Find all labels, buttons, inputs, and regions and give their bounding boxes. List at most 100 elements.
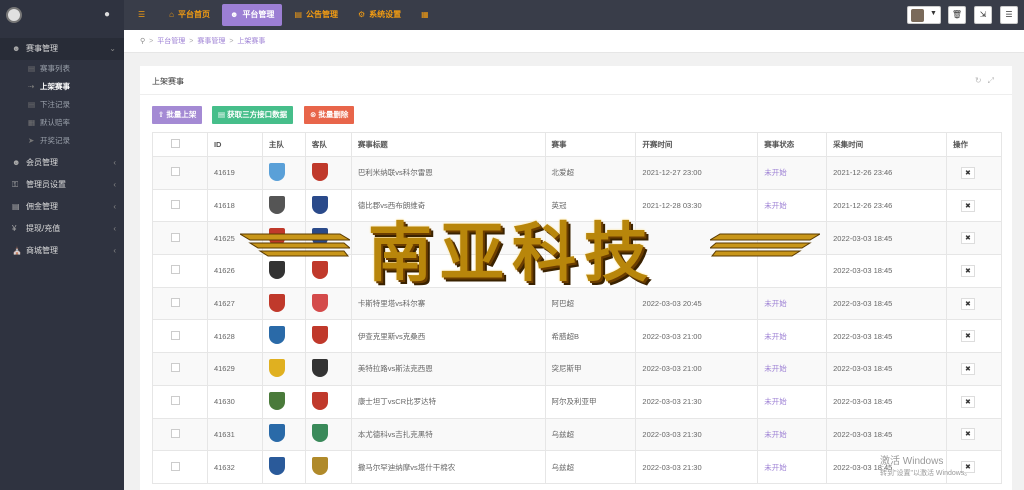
row-checkbox[interactable]	[171, 298, 180, 308]
sidebar-sub-bets[interactable]: ▤ 下注记录	[0, 96, 124, 114]
user-icon: ☻	[12, 158, 21, 167]
sidebar-item-members[interactable]: ☻ 会员管理 ‹	[0, 152, 124, 174]
windows-activation-notice: 激活 Windows 转到"设置"以激活 Windows。	[880, 456, 971, 480]
more-button[interactable]: ☰	[1000, 6, 1018, 24]
top-bar: ● ☰ ⌂ 平台首页 ☻ 平台管理 ▤ 公告管理 ⚙ 系统设置 ▦ ▼ 🗑 ⇲ ☰	[0, 0, 1024, 30]
trash-icon: 🗑	[951, 10, 963, 19]
cell-collected: 2022-03-03 18:45	[826, 319, 947, 354]
delete-row-button[interactable]: ✖	[960, 199, 975, 212]
home-team-logo-icon	[268, 457, 285, 476]
home-team-logo-icon	[268, 162, 285, 181]
nav-notice[interactable]: ▤ 公告管理	[286, 4, 346, 26]
cell-actions: ✖	[945, 352, 1003, 386]
row-select	[152, 352, 208, 386]
sidebar-item-withdraw[interactable]: ¥ 提现/充值 ‹	[0, 218, 124, 240]
header-id: ID	[206, 132, 263, 157]
sidebar-item-label: 赛事管理	[26, 44, 58, 53]
cell-status: 未开始	[757, 352, 828, 386]
row-checkbox[interactable]	[171, 428, 180, 438]
cell-status: 未开始	[757, 286, 828, 321]
cell-actions: ✖	[945, 286, 1003, 321]
refresh-icon[interactable]: ↻	[975, 76, 988, 85]
row-checkbox[interactable]	[171, 461, 180, 471]
row-checkbox[interactable]	[171, 330, 180, 340]
user-menu[interactable]: ▼	[907, 6, 941, 24]
row-checkbox[interactable]	[171, 200, 180, 210]
sidebar-item-label: 管理员设置	[26, 180, 66, 189]
avatar	[911, 9, 924, 22]
home-team-logo-icon	[268, 424, 285, 443]
cell-actions: ✖	[945, 221, 1003, 256]
nav-settings[interactable]: ⚙ 系统设置	[350, 4, 409, 26]
expand-button[interactable]: ⇲	[974, 6, 992, 24]
cell-start: 2022-03-03 21:30	[635, 384, 759, 419]
delete-row-button[interactable]: ✖	[960, 264, 975, 277]
breadcrumb: ⚲ > 平台管理 > 赛事管理 > 上架赛事	[124, 30, 1024, 53]
cell-home	[261, 286, 306, 321]
menu-icon: ☰	[138, 10, 146, 19]
cell-title: 本尤德科vs吉扎克黑特	[350, 417, 546, 452]
sidebar-sub-listed-matches[interactable]: ⇢ 上架赛事	[0, 78, 124, 96]
delete-row-button[interactable]: ✖	[960, 297, 975, 310]
nav-home-label: 平台首页	[178, 10, 211, 19]
header-status: 赛事状态	[757, 132, 828, 157]
sidebar-item-label: 商城管理	[26, 246, 58, 255]
cell-status: 未开始	[757, 319, 828, 354]
header-league: 赛事	[544, 132, 637, 157]
delete-row-button[interactable]: ✖	[960, 330, 975, 343]
sidebar-item-admin[interactable]: ⚿ 管理员设置 ‹	[0, 174, 124, 196]
batch-delete-button[interactable]: ⊗ 批量删除	[304, 106, 355, 124]
delete-row-button[interactable]: ✖	[960, 395, 975, 408]
sidebar-item-shop[interactable]: ⛪ 商城管理 ‹	[0, 240, 124, 262]
sidebar-sub-label: 默认赔率	[40, 118, 70, 127]
breadcrumb-item[interactable]: 赛事管理	[197, 38, 225, 45]
row-select	[152, 286, 208, 321]
sidebar-item-commission[interactable]: ▤ 佣金管理 ‹	[0, 196, 124, 218]
cell-home	[261, 319, 306, 354]
droplet-icon[interactable]: ●	[104, 9, 112, 20]
row-checkbox[interactable]	[171, 265, 180, 275]
fetch-api-button[interactable]: ▤ 获取三方接口数据	[212, 106, 294, 124]
away-team-logo-icon	[311, 293, 328, 312]
cell-league: 希腊超B	[544, 319, 637, 354]
cell-id: 41628	[206, 319, 263, 354]
select-all-checkbox[interactable]	[171, 139, 180, 148]
trash-button[interactable]: 🗑	[948, 6, 966, 24]
batch-list-label: 批量上架	[166, 110, 197, 119]
yen-icon: ¥	[12, 224, 17, 233]
delete-row-button[interactable]: ✖	[960, 166, 975, 179]
batch-list-button[interactable]: ⇧ 批量上架	[152, 106, 203, 124]
cell-title: 美特拉路vs斯法克西恩	[350, 352, 546, 386]
sidebar-item-match[interactable]: ☻ 赛事管理 ⌄	[0, 38, 124, 60]
breadcrumb-item[interactable]: 上架赛事	[237, 38, 265, 45]
cell-league: 乌兹超	[544, 417, 637, 452]
breadcrumb-item[interactable]: 平台管理	[157, 38, 185, 45]
delete-row-button[interactable]: ✖	[960, 232, 975, 245]
header-title: 赛事标题	[350, 132, 546, 157]
cell-start: 2022-03-03 21:30	[635, 417, 759, 452]
cell-collected: 2022-03-03 18:45	[826, 352, 947, 386]
menu-toggle-button[interactable]: ☰	[130, 4, 157, 26]
away-team-logo-icon	[311, 326, 328, 345]
sidebar-sub-draw-records[interactable]: ➤ 开奖记录	[0, 132, 124, 150]
nav-home[interactable]: ⌂ 平台首页	[161, 4, 218, 26]
nav-platform[interactable]: ☻ 平台管理	[222, 4, 283, 26]
fullscreen-icon[interactable]: ⤢	[988, 76, 1000, 85]
cell-id: 41632	[206, 450, 263, 484]
row-checkbox[interactable]	[171, 396, 180, 406]
row-checkbox[interactable]	[171, 363, 180, 373]
row-checkbox[interactable]	[171, 232, 180, 242]
chevron-down-icon: ▼	[930, 10, 937, 17]
sidebar-sub-default-odds[interactable]: ▦ 默认赔率	[0, 114, 124, 132]
list-icon: ▤	[28, 64, 36, 73]
row-checkbox[interactable]	[171, 167, 180, 177]
delete-row-button[interactable]: ✖	[960, 362, 975, 375]
cell-actions: ✖	[945, 384, 1003, 419]
cell-status: 未开始	[757, 417, 828, 452]
nav-settings-label: 系统设置	[369, 10, 402, 19]
sidebar-item-label: 提现/充值	[26, 224, 61, 233]
delete-row-button[interactable]: ✖	[960, 428, 975, 441]
cell-id: 41630	[206, 384, 263, 419]
nav-grid[interactable]: ▦	[413, 4, 441, 26]
sidebar-sub-match-list[interactable]: ▤ 赛事列表	[0, 60, 124, 78]
